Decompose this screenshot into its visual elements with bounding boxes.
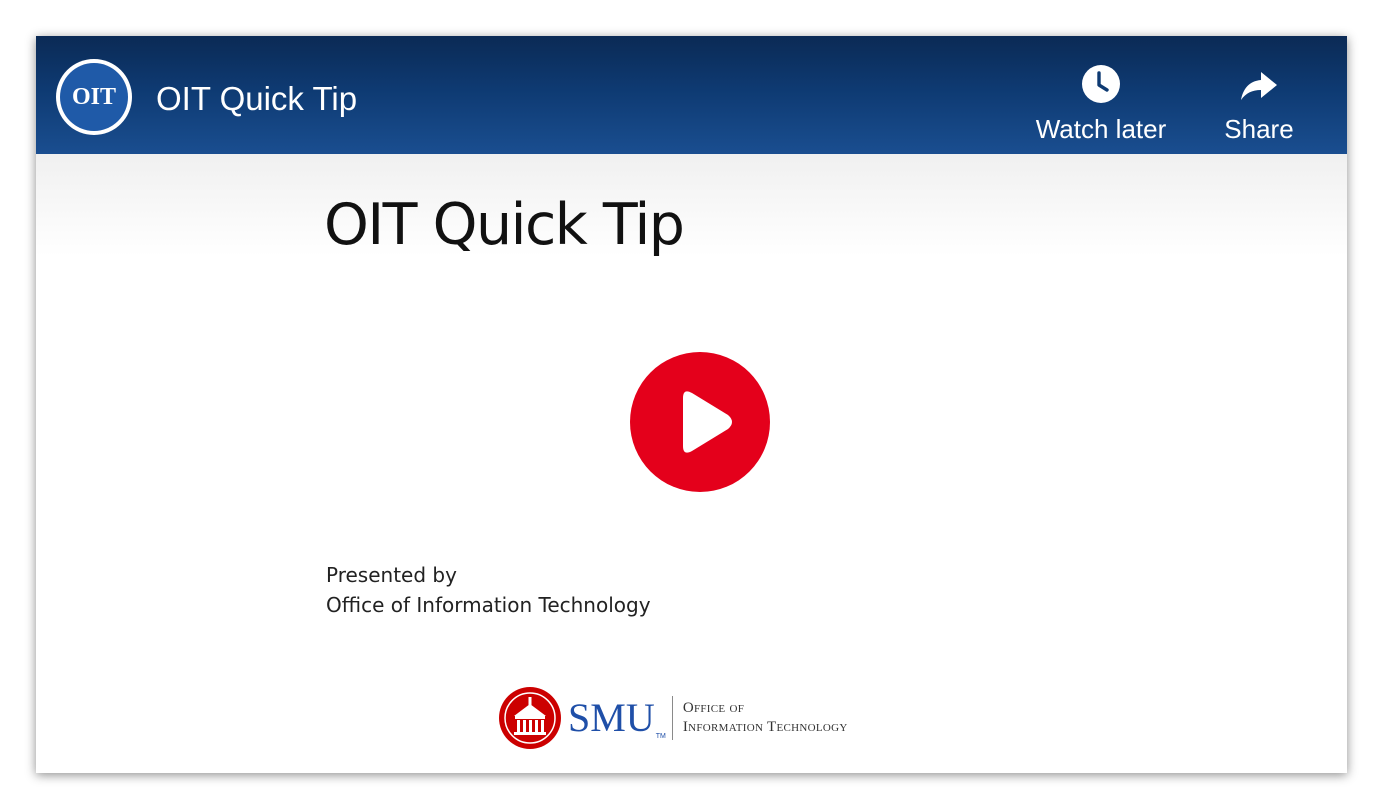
clock-icon <box>1081 64 1121 104</box>
player-top-bar: OIT OIT Quick Tip Watch later Share <box>36 36 1347 154</box>
office-line-1: Office of <box>682 700 745 716</box>
play-icon <box>683 391 732 453</box>
presenter-credit: Presented by Office of Information Techn… <box>326 560 651 620</box>
share-button[interactable]: Share <box>1220 64 1298 145</box>
share-label: Share <box>1224 114 1294 144</box>
logo-divider <box>671 696 673 740</box>
presenter-name: Office of Information Technology <box>326 593 651 617</box>
smu-seal-icon <box>499 687 561 749</box>
watch-later-label: Watch later <box>1035 114 1167 144</box>
channel-avatar-text: OIT <box>60 63 128 131</box>
trademark-mark: TM <box>655 733 666 740</box>
office-name: Office of Information Technology <box>683 699 848 737</box>
smu-wordmark: SMU <box>568 695 655 740</box>
smu-oit-logo: SMU TM Office of Information Technology <box>498 686 848 750</box>
slide-title: OIT Quick Tip <box>324 192 685 258</box>
video-title-link[interactable]: OIT Quick Tip <box>156 80 357 118</box>
watch-later-button[interactable]: Watch later <box>1030 64 1172 145</box>
share-arrow-icon <box>1239 64 1279 104</box>
channel-avatar[interactable]: OIT <box>56 59 132 135</box>
play-button[interactable] <box>630 352 770 492</box>
video-player[interactable]: OIT OIT Quick Tip Watch later Share OIT … <box>36 36 1347 773</box>
presented-by-text: Presented by <box>326 563 457 587</box>
office-line-2: Information Technology <box>682 719 848 735</box>
